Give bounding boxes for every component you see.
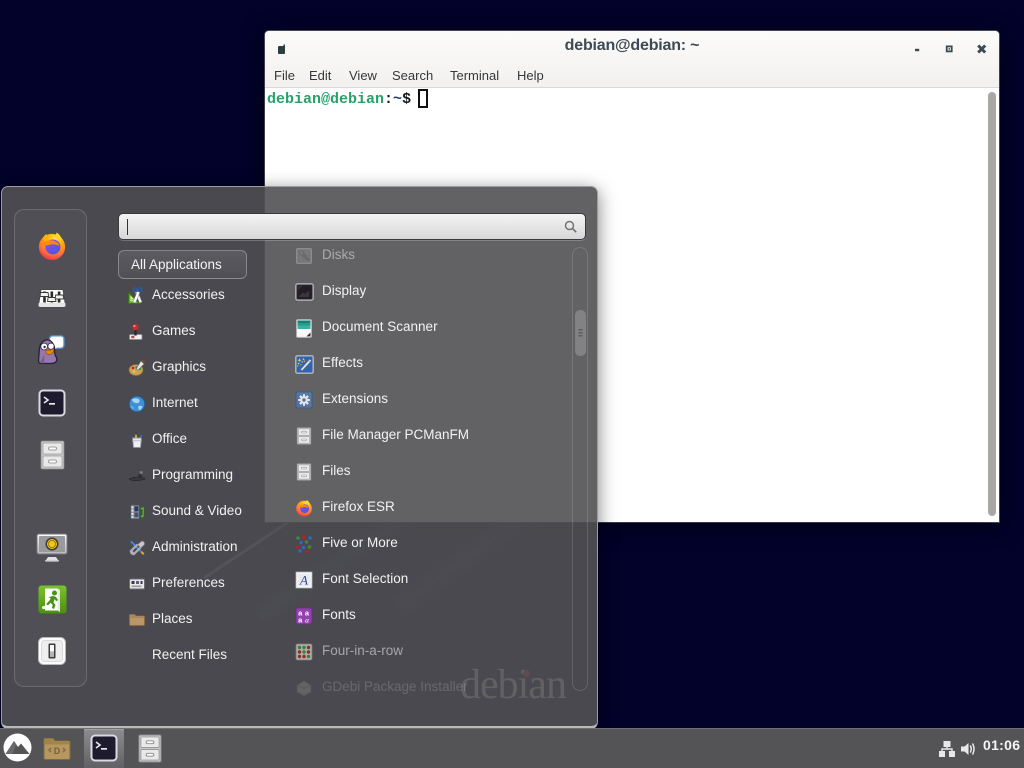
- svg-text:D: D: [54, 746, 61, 756]
- svg-text:A: A: [299, 573, 308, 588]
- svg-text:a: a: [305, 616, 309, 625]
